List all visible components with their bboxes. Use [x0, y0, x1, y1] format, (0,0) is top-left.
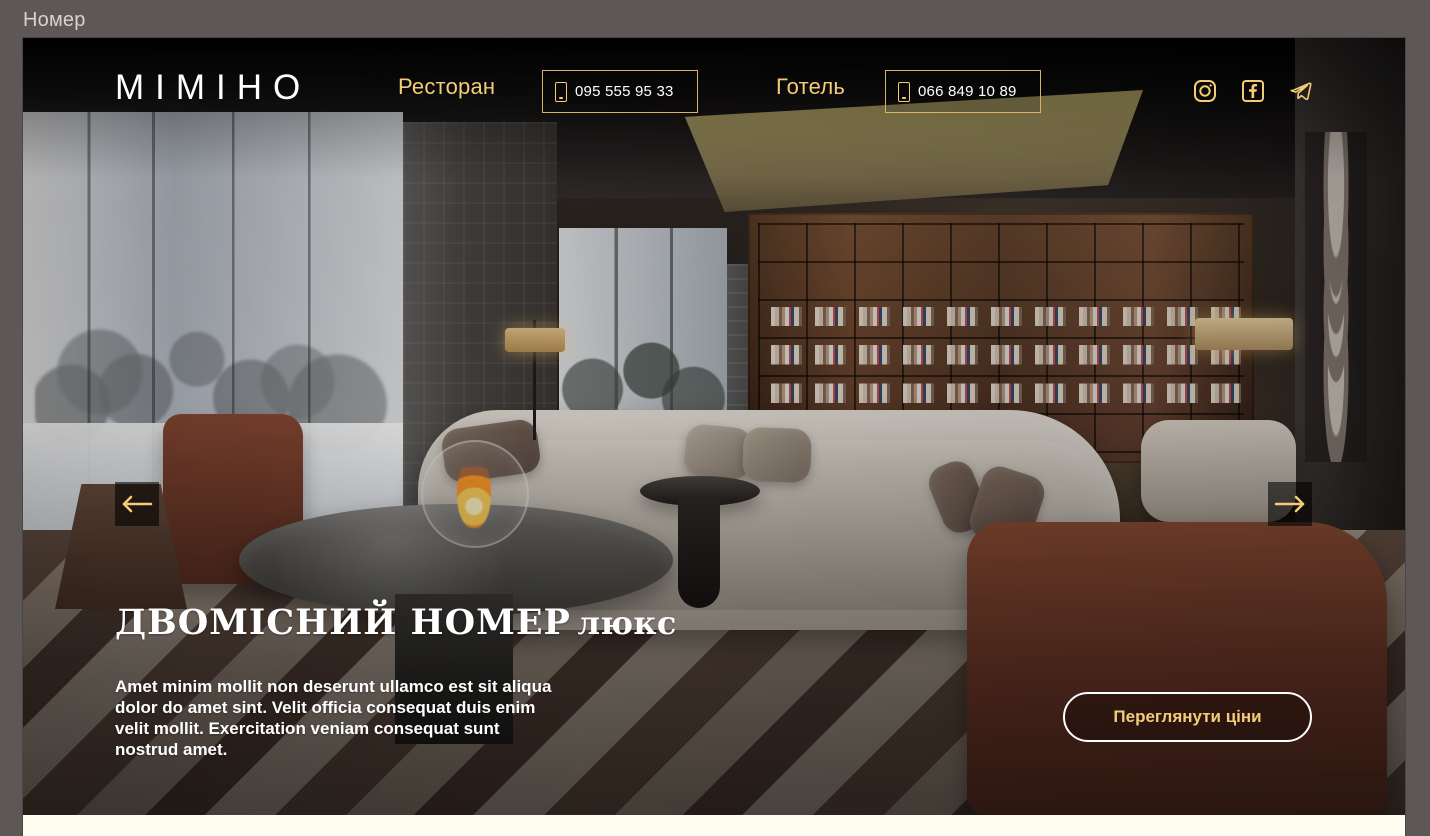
room-title-main: ДВОМІСНИЙ НОМЕР — [115, 602, 571, 643]
phone-icon — [898, 81, 910, 102]
restaurant-link[interactable]: Ресторан — [398, 76, 495, 98]
room-description: Amet minim mollit non deserunt ullamco e… — [115, 677, 552, 759]
log-wall — [1305, 132, 1367, 462]
telegram-icon[interactable] — [1288, 78, 1314, 104]
hero-image: ΜΙΜΙΗΟ Ресторан 095 555 95 33 Готель 066… — [23, 38, 1405, 815]
hotel-link[interactable]: Готель — [776, 76, 845, 98]
side-table — [640, 476, 760, 608]
view-prices-button[interactable]: Переглянути ціни — [1063, 692, 1312, 742]
frame-label: Номер — [23, 9, 86, 31]
top-bar: ΜΙΜΙΗΟ Ресторан 095 555 95 33 Готель 066… — [23, 38, 1405, 158]
bottom-strip — [23, 815, 1405, 836]
left-arrow-icon — [122, 495, 153, 513]
hotel-phone-box[interactable]: 066 849 10 89 — [885, 70, 1041, 113]
instagram-icon[interactable] — [1192, 78, 1218, 104]
carousel-next-button[interactable] — [1268, 482, 1312, 526]
hotel-phone: 066 849 10 89 — [918, 83, 1017, 100]
flame — [457, 456, 491, 528]
lamp-shade — [1195, 318, 1293, 350]
lamp-shade — [505, 328, 565, 352]
room-title: ДВОМІСНИЙ НОМЕР люкс — [115, 605, 677, 640]
restaurant-phone: 095 555 95 33 — [575, 83, 674, 100]
restaurant-phone-box[interactable]: 095 555 95 33 — [542, 70, 698, 113]
pillow — [742, 426, 812, 484]
phone-icon — [555, 81, 567, 102]
facebook-icon[interactable] — [1240, 78, 1266, 104]
hero-frame: ΜΙΜΙΗΟ Ресторан 095 555 95 33 Готель 066… — [23, 38, 1405, 836]
carousel-prev-button[interactable] — [115, 482, 159, 526]
brand-logo: ΜΙΜΙΗΟ — [115, 68, 312, 107]
right-arrow-icon — [1274, 495, 1305, 513]
room-title-suffix: люкс — [577, 604, 677, 642]
right-armchair — [967, 522, 1387, 815]
